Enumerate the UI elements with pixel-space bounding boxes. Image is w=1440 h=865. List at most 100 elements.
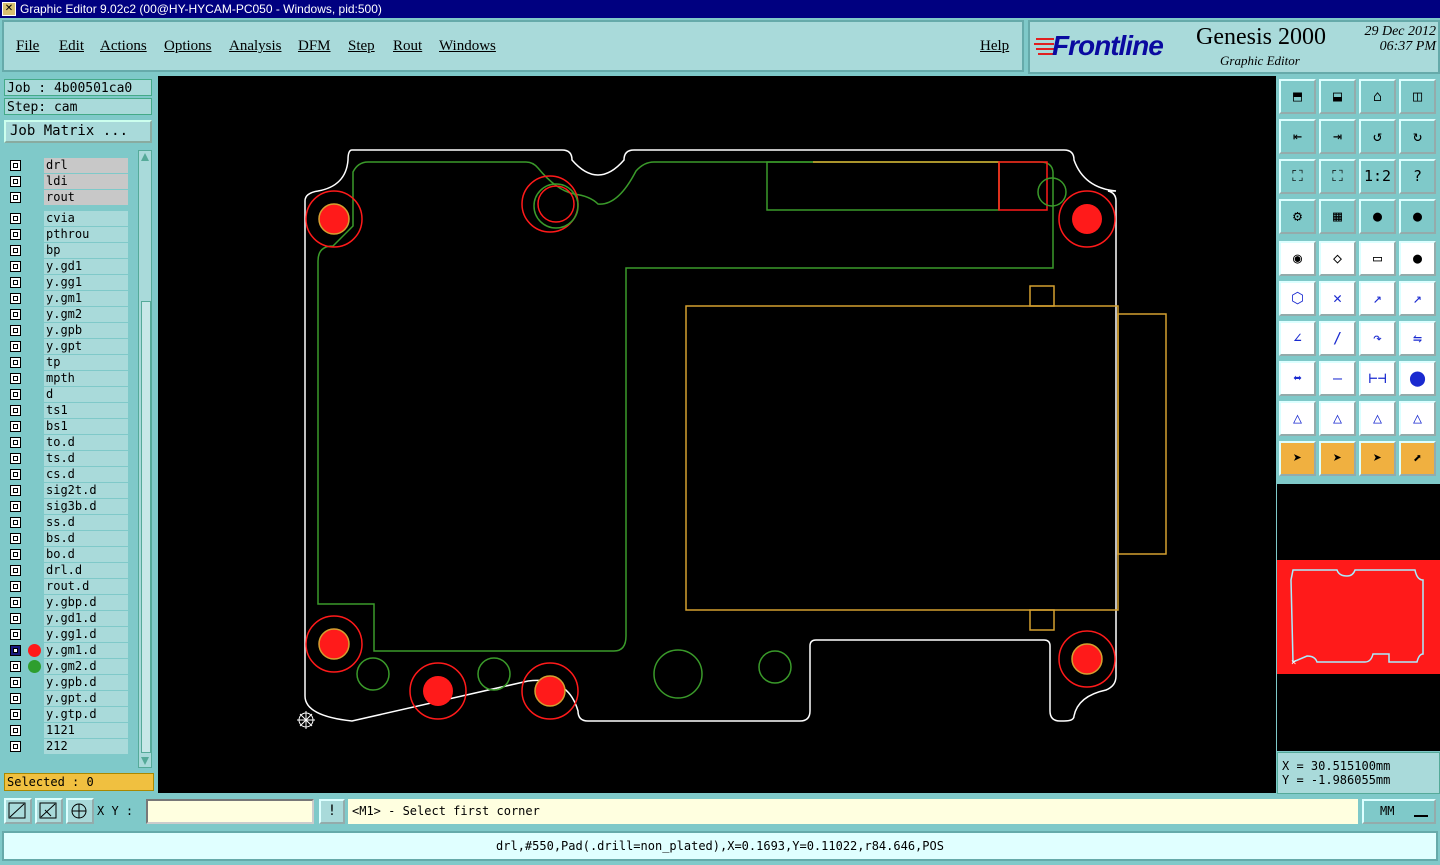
layer-row[interactable]: y.gbp.d xyxy=(8,595,128,610)
layer-checkbox[interactable] xyxy=(10,741,21,752)
layer-row[interactable]: ts.d xyxy=(8,451,128,466)
layer-row[interactable]: cs.d xyxy=(8,467,128,482)
pan-right-icon[interactable]: ⇥ xyxy=(1319,119,1356,154)
layer-name[interactable]: ldi xyxy=(44,174,128,189)
layer-row[interactable]: bs.d xyxy=(8,531,128,546)
layer-checkbox[interactable] xyxy=(10,613,21,624)
layer-checkbox[interactable] xyxy=(10,213,21,224)
layer-row[interactable]: to.d xyxy=(8,435,128,450)
layer-name[interactable]: ss.d xyxy=(44,515,128,530)
layer-name[interactable]: to.d xyxy=(44,435,128,450)
undo-view-icon[interactable]: ↺ xyxy=(1359,119,1396,154)
layer-row[interactable]: y.gpt.d xyxy=(8,691,128,706)
layer-name[interactable]: sig2t.d xyxy=(44,483,128,498)
menu-step[interactable]: Step xyxy=(348,38,375,55)
layer-row[interactable]: ldi xyxy=(8,174,128,189)
layer-checkbox[interactable] xyxy=(10,501,21,512)
arc-icon[interactable]: ↷ xyxy=(1359,321,1396,356)
pan-left-icon[interactable]: ⇤ xyxy=(1279,119,1316,154)
layer-checkbox[interactable] xyxy=(10,709,21,720)
layer-row[interactable]: y.gg1.d xyxy=(8,627,128,642)
scroll-thumb[interactable] xyxy=(141,301,151,753)
layer-name[interactable]: 1121 xyxy=(44,723,128,738)
layer-name[interactable]: pthrou xyxy=(44,227,128,242)
select-add-icon[interactable]: ➤ xyxy=(1359,441,1396,476)
menu-actions[interactable]: Actions xyxy=(100,38,147,55)
layer-name[interactable]: y.gpb xyxy=(44,323,128,338)
layer-checkbox[interactable] xyxy=(10,261,21,272)
triangle-d-icon[interactable]: △ xyxy=(1399,401,1436,436)
layer-name[interactable]: 212 xyxy=(44,739,128,754)
layer-row[interactable]: 212 xyxy=(8,739,128,754)
layer-name[interactable]: cvia xyxy=(44,211,128,226)
drill-icon[interactable]: ● xyxy=(1399,241,1436,276)
layer-name[interactable]: mpth xyxy=(44,371,128,386)
fit-all-icon[interactable]: ⛶ xyxy=(1279,159,1316,194)
layer-row[interactable]: sig2t.d xyxy=(8,483,128,498)
layer-row[interactable]: y.gm1.d xyxy=(8,643,128,658)
tools-icon[interactable]: ⚙ xyxy=(1279,199,1316,234)
layer-checkbox[interactable] xyxy=(10,405,21,416)
layer-checkbox[interactable] xyxy=(10,549,21,560)
layer-name[interactable]: bo.d xyxy=(44,547,128,562)
layer-checkbox[interactable] xyxy=(10,597,21,608)
shape-icon[interactable]: ◇ xyxy=(1319,241,1356,276)
layer-row[interactable]: y.gpt xyxy=(8,339,128,354)
move-icon[interactable]: ⬌ xyxy=(1279,361,1316,396)
layer-row[interactable]: ts1 xyxy=(8,403,128,418)
layer-checkbox[interactable] xyxy=(10,277,21,288)
message-alert-icon[interactable]: ! xyxy=(319,799,345,824)
angle-icon[interactable]: ∠ xyxy=(1279,321,1316,356)
layer-checkbox[interactable] xyxy=(10,453,21,464)
layer-name[interactable]: drl xyxy=(44,158,128,173)
layer-checkbox[interactable] xyxy=(10,160,21,171)
layer-checkbox[interactable] xyxy=(10,629,21,640)
menu-edit[interactable]: Edit xyxy=(59,38,84,55)
layer-checkbox[interactable] xyxy=(10,176,21,187)
layer-row[interactable]: drl.d xyxy=(8,563,128,578)
layer-checkbox[interactable] xyxy=(10,565,21,576)
grid-snap-icon[interactable] xyxy=(66,798,94,824)
layer-row[interactable]: y.gpb.d xyxy=(8,675,128,690)
layer-name[interactable]: bs.d xyxy=(44,531,128,546)
layer-name[interactable]: tp xyxy=(44,355,128,370)
triangle-b-icon[interactable]: △ xyxy=(1319,401,1356,436)
layer-color-swatch[interactable] xyxy=(28,644,41,657)
layer-row[interactable]: sig3b.d xyxy=(8,499,128,514)
align-icon[interactable]: — xyxy=(1319,361,1356,396)
layer-checkbox[interactable] xyxy=(10,661,21,672)
layer-row[interactable]: bp xyxy=(8,243,128,258)
layer-name[interactable]: bp xyxy=(44,243,128,258)
layer-checkbox[interactable] xyxy=(10,725,21,736)
layer-name[interactable]: cs.d xyxy=(44,467,128,482)
layer-row[interactable]: cvia xyxy=(8,211,128,226)
menu-file[interactable]: File xyxy=(16,38,39,55)
snap-diagonal-icon[interactable] xyxy=(4,798,32,824)
layer-name[interactable]: y.gg1 xyxy=(44,275,128,290)
layer-red-icon[interactable]: ● xyxy=(1359,199,1396,234)
layer-name[interactable]: y.gm1 xyxy=(44,291,128,306)
menu-help[interactable]: Help xyxy=(980,38,1009,55)
layer-name[interactable]: d xyxy=(44,387,128,402)
layer-row[interactable]: rout xyxy=(8,190,128,205)
layer-row[interactable]: bo.d xyxy=(8,547,128,562)
triangle-c-icon[interactable]: △ xyxy=(1359,401,1396,436)
layer-checkbox[interactable] xyxy=(10,341,21,352)
layer-name[interactable]: rout xyxy=(44,190,128,205)
layer-name[interactable]: bs1 xyxy=(44,419,128,434)
xy-input[interactable] xyxy=(146,799,314,824)
layer-row[interactable]: drl xyxy=(8,158,128,173)
layer-checkbox[interactable] xyxy=(10,437,21,448)
scale-1-2-icon[interactable]: 1:2 xyxy=(1359,159,1396,194)
layer-name[interactable]: y.gd1 xyxy=(44,259,128,274)
ruler-icon[interactable]: ▭ xyxy=(1359,241,1396,276)
layer-checkbox[interactable] xyxy=(10,517,21,528)
layer-name[interactable]: drl.d xyxy=(44,563,128,578)
layer-row[interactable]: y.gm1 xyxy=(8,291,128,306)
layer-checkbox[interactable] xyxy=(10,469,21,480)
menu-windows[interactable]: Windows xyxy=(439,38,496,55)
connect-icon[interactable]: ⬡ xyxy=(1279,281,1316,316)
layer-row[interactable]: d xyxy=(8,387,128,402)
job-matrix-button[interactable]: Job Matrix ... xyxy=(4,120,152,143)
layer-checkbox[interactable] xyxy=(10,581,21,592)
